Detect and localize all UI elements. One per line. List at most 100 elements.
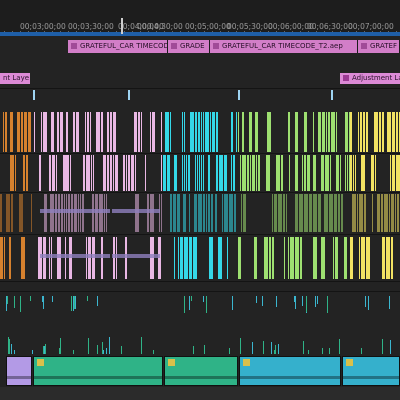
video-clip[interactable] — [288, 237, 289, 279]
video-clip[interactable] — [286, 194, 287, 232]
video-clip[interactable] — [264, 237, 268, 279]
video-clip[interactable] — [338, 194, 340, 232]
audio-clip-sliver[interactable] — [295, 296, 296, 309]
video-clip[interactable] — [266, 155, 270, 191]
video-clip[interactable] — [21, 237, 25, 279]
video-clip[interactable] — [229, 194, 233, 232]
video-clip[interactable] — [70, 155, 71, 191]
marker-clip[interactable]: GRATEFUL_CAR TIMECODE_T2.aep — [210, 40, 358, 53]
video-clip[interactable] — [234, 194, 236, 232]
video-clip[interactable] — [353, 155, 354, 191]
audio-clip-sliver[interactable] — [256, 296, 257, 303]
audio-clip-sliver[interactable] — [20, 296, 21, 312]
video-clip[interactable] — [256, 155, 257, 191]
video-clip[interactable] — [238, 112, 239, 152]
audio-clip[interactable] — [342, 356, 400, 386]
video-clip[interactable] — [390, 155, 391, 191]
video-clip[interactable] — [203, 194, 205, 232]
video-clip[interactable] — [272, 237, 274, 279]
video-clip[interactable] — [313, 155, 316, 191]
video-clip[interactable] — [23, 155, 25, 191]
video-clip[interactable] — [3, 112, 4, 152]
video-clip[interactable] — [203, 112, 204, 152]
video-clip[interactable] — [350, 155, 352, 191]
audio-clip-sliver[interactable] — [97, 345, 98, 354]
audio-clip-sliver[interactable] — [329, 348, 330, 354]
video-clip[interactable] — [267, 112, 271, 152]
video-clip[interactable] — [39, 155, 41, 191]
audio-clip-sliver[interactable] — [232, 296, 233, 310]
video-clip[interactable] — [396, 155, 400, 191]
video-clip[interactable] — [242, 112, 244, 152]
audio-clip-sliver[interactable] — [106, 348, 107, 354]
video-clip[interactable] — [6, 194, 10, 232]
video-clip[interactable] — [396, 112, 398, 152]
video-clip[interactable] — [289, 155, 290, 191]
video-clip[interactable] — [180, 237, 183, 279]
video-clip[interactable] — [210, 112, 211, 152]
video-clip[interactable] — [134, 112, 137, 152]
video-clip[interactable] — [96, 112, 100, 152]
video-clip[interactable] — [174, 237, 175, 279]
video-clip[interactable] — [392, 155, 395, 191]
audio-clip-sliver[interactable] — [60, 338, 61, 354]
video-clip[interactable] — [329, 194, 333, 232]
audio-clip-sliver[interactable] — [109, 337, 110, 354]
video-clip[interactable] — [174, 155, 177, 191]
video-clip[interactable] — [307, 155, 310, 191]
video-clip[interactable] — [295, 112, 298, 152]
video-clip[interactable] — [231, 155, 232, 191]
video-clip[interactable] — [254, 237, 257, 279]
audio-clip-sliver[interactable] — [14, 350, 15, 354]
marker-clip[interactable]: GRATEFUL_CAR TIMECODE_T2.aep — [68, 40, 168, 53]
marker-clip[interactable]: GRATEF — [358, 40, 400, 53]
audio-clip-sliver[interactable] — [317, 296, 318, 304]
audio-clip-sliver[interactable] — [327, 296, 328, 313]
video-clip[interactable] — [113, 237, 115, 279]
audio-clip-sliver[interactable] — [382, 339, 383, 354]
video-clip[interactable] — [17, 112, 20, 152]
video-clip[interactable] — [335, 237, 338, 279]
video-clip[interactable] — [347, 155, 348, 191]
audio-clip-sliver[interactable] — [193, 346, 194, 354]
video-clip[interactable] — [288, 112, 290, 152]
video-clip[interactable] — [152, 112, 155, 152]
audio-clip-sliver[interactable] — [32, 350, 33, 354]
video-clip[interactable] — [184, 155, 185, 191]
video-clip[interactable] — [195, 155, 196, 191]
video-clip[interactable] — [198, 194, 202, 232]
video-clip[interactable] — [76, 112, 79, 152]
video-clip[interactable] — [203, 155, 204, 191]
audio-clip-sliver[interactable] — [87, 296, 88, 301]
video-clip[interactable] — [302, 155, 303, 191]
video-clip[interactable] — [276, 155, 280, 191]
video-clip[interactable] — [222, 194, 223, 232]
video-clip[interactable] — [213, 112, 215, 152]
video-clip[interactable] — [231, 112, 233, 152]
clip-edge[interactable] — [331, 90, 333, 100]
video-clip[interactable] — [116, 237, 117, 279]
video-clip[interactable] — [161, 112, 162, 152]
video-clip[interactable] — [274, 194, 277, 232]
video-clip[interactable] — [178, 237, 179, 279]
audio-clip-sliver[interactable] — [189, 296, 190, 310]
video-clip[interactable] — [51, 237, 52, 279]
audio-clip[interactable] — [6, 356, 32, 386]
video-clip[interactable] — [182, 155, 183, 191]
video-clip[interactable] — [363, 112, 365, 152]
audio-clip-sliver[interactable] — [368, 296, 369, 310]
video-clip[interactable] — [344, 237, 347, 279]
video-clip[interactable] — [115, 155, 118, 191]
audio-clip-sliver[interactable] — [390, 340, 391, 354]
audio-clip-sliver[interactable] — [204, 345, 205, 354]
audio-clip-sliver[interactable] — [11, 344, 12, 354]
audio-clip-sliver[interactable] — [184, 296, 185, 313]
video-clip[interactable] — [326, 112, 327, 152]
video-clip[interactable] — [208, 155, 210, 191]
video-clip[interactable] — [218, 237, 222, 279]
video-clip[interactable] — [215, 194, 217, 232]
video-clip[interactable] — [86, 237, 87, 279]
audio-clip-sliver[interactable] — [191, 296, 192, 301]
video-clip[interactable] — [340, 155, 341, 191]
video-clip[interactable] — [41, 112, 42, 152]
